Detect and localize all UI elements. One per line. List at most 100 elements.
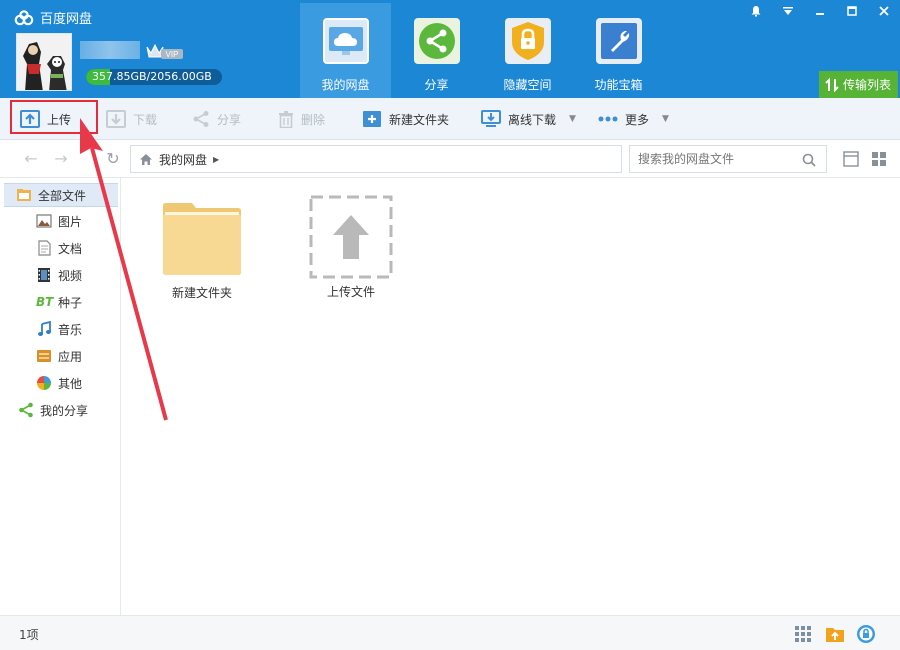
transfer-list-button[interactable]: 传输列表 bbox=[819, 71, 898, 98]
grid-view-icon[interactable] bbox=[871, 151, 887, 167]
nav-hidden-space[interactable]: 隐藏空间 bbox=[482, 3, 573, 98]
new-folder-label: 新建文件夹 bbox=[389, 112, 450, 127]
upload-icon bbox=[20, 110, 40, 128]
file-item-new-folder[interactable]: 新建文件夹 bbox=[161, 202, 243, 301]
item-count: 1项 bbox=[19, 628, 39, 642]
download-icon bbox=[106, 110, 126, 128]
folder-icon bbox=[163, 203, 241, 275]
all-files-icon bbox=[17, 189, 31, 201]
search-input[interactable] bbox=[638, 152, 798, 166]
more-dots-icon bbox=[598, 116, 618, 122]
address-bar: ← → ↻ 我的网盘 ▶ bbox=[0, 141, 900, 178]
image-icon bbox=[36, 214, 52, 228]
music-icon bbox=[38, 321, 51, 336]
storage-quota-bar: 357.85GB/2056.00GB bbox=[86, 69, 222, 85]
breadcrumb: 我的网盘 ▶ bbox=[130, 145, 622, 173]
sidebar-item-music[interactable]: 音乐 bbox=[0, 317, 121, 341]
sidebar-item-other[interactable]: 其他 bbox=[0, 371, 121, 395]
nav-label: 我的网盘 bbox=[321, 78, 370, 92]
nav-label: 分享 bbox=[424, 78, 449, 92]
nav-toolbox[interactable]: 功能宝箱 bbox=[573, 3, 664, 98]
nav-label: 隐藏空间 bbox=[503, 78, 552, 92]
sidebar-item-label: 其他 bbox=[58, 376, 83, 391]
lock-icon bbox=[504, 18, 551, 64]
share-label: 分享 bbox=[217, 112, 242, 127]
my-share-icon bbox=[19, 402, 33, 418]
offline-download-icon bbox=[481, 110, 501, 127]
sidebar: 全部文件 图片 文档 视频 BT 种子 音乐 应用 其他 我的分享 bbox=[0, 178, 121, 615]
username-mosaic bbox=[80, 41, 140, 59]
back-arrow-icon[interactable]: ← bbox=[22, 150, 40, 168]
sidebar-item-images[interactable]: 图片 bbox=[0, 209, 121, 233]
search-box bbox=[629, 145, 827, 173]
nav-my-netdisk[interactable]: 我的网盘 bbox=[300, 3, 391, 98]
nav-share[interactable]: 分享 bbox=[391, 3, 482, 98]
other-icon bbox=[37, 376, 51, 390]
sidebar-item-label: 全部文件 bbox=[38, 188, 87, 203]
sidebar-item-label: 文档 bbox=[58, 241, 83, 256]
list-view-icon[interactable] bbox=[843, 151, 859, 167]
security-lock-icon[interactable] bbox=[856, 624, 876, 644]
share-icon bbox=[193, 111, 209, 127]
breadcrumb-caret-icon[interactable]: ▶ bbox=[213, 155, 219, 164]
sidebar-item-label: 应用 bbox=[58, 349, 83, 364]
offline-download-button[interactable]: 离线下载 ▼ bbox=[481, 98, 576, 140]
baidu-cloud-logo-icon bbox=[14, 9, 34, 25]
trash-icon bbox=[279, 111, 293, 128]
avatar[interactable] bbox=[16, 33, 72, 91]
upload-folder-icon[interactable] bbox=[825, 624, 845, 644]
storage-quota-text: 357.85GB/2056.00GB bbox=[92, 70, 212, 83]
upload-placeholder-icon bbox=[309, 195, 393, 279]
document-icon bbox=[38, 240, 51, 256]
download-label: 下载 bbox=[133, 112, 158, 127]
nav-label: 功能宝箱 bbox=[594, 78, 643, 92]
app-icon bbox=[37, 350, 51, 362]
sidebar-item-label: 音乐 bbox=[58, 322, 83, 337]
maximize-icon[interactable] bbox=[836, 0, 868, 22]
upload-button[interactable]: 上传 bbox=[20, 98, 71, 140]
vip-crown-icon: VIP bbox=[146, 43, 183, 59]
sidebar-item-all-files[interactable]: 全部文件 bbox=[4, 183, 118, 207]
sidebar-item-my-share[interactable]: 我的分享 bbox=[0, 398, 121, 422]
forward-arrow-icon[interactable]: → bbox=[52, 150, 70, 168]
sidebar-item-documents[interactable]: 文档 bbox=[0, 236, 121, 260]
grid-apps-icon[interactable] bbox=[793, 624, 813, 644]
transfer-arrows-icon bbox=[825, 77, 839, 92]
sidebar-item-label: 图片 bbox=[58, 214, 83, 229]
new-folder-button[interactable]: 新建文件夹 bbox=[362, 98, 449, 140]
title-bar: 百度网盘 VIP 357.85GB/2056.00GB 我的网盘 分享 隐藏空间… bbox=[0, 0, 900, 98]
notification-bell-icon[interactable] bbox=[740, 0, 772, 22]
sidebar-item-apps[interactable]: 应用 bbox=[0, 344, 121, 368]
menu-dropdown-icon[interactable] bbox=[772, 0, 804, 22]
file-name: 新建文件夹 bbox=[171, 286, 232, 300]
toolbar: 上传 下载 分享 删除 新建文件夹 离线下载 ▼ 更多 ▼ bbox=[0, 98, 900, 140]
breadcrumb-root[interactable]: 我的网盘 bbox=[159, 151, 207, 168]
file-name: 上传文件 bbox=[326, 285, 375, 299]
new-folder-icon bbox=[363, 111, 381, 127]
more-button[interactable]: 更多 ▼ bbox=[598, 98, 669, 140]
wrench-icon bbox=[595, 18, 642, 64]
minimize-icon[interactable] bbox=[804, 0, 836, 22]
upload-file-placeholder[interactable]: 上传文件 bbox=[309, 195, 393, 300]
video-icon bbox=[38, 268, 50, 282]
delete-button[interactable]: 删除 bbox=[278, 98, 325, 140]
close-icon[interactable] bbox=[868, 0, 900, 22]
sidebar-item-label: 种子 bbox=[58, 295, 83, 310]
chevron-down-icon: ▼ bbox=[569, 114, 576, 124]
sidebar-item-torrents[interactable]: BT 种子 bbox=[0, 290, 121, 314]
home-icon[interactable] bbox=[139, 153, 153, 166]
share-icon bbox=[413, 18, 460, 64]
cloud-icon bbox=[322, 18, 369, 64]
more-label: 更多 bbox=[625, 112, 650, 127]
sidebar-item-videos[interactable]: 视频 bbox=[0, 263, 121, 287]
search-icon[interactable] bbox=[802, 153, 816, 167]
offline-download-label: 离线下载 bbox=[508, 112, 557, 127]
svg-text:VIP: VIP bbox=[166, 50, 179, 59]
sidebar-item-label: 视频 bbox=[58, 268, 83, 283]
refresh-icon[interactable]: ↻ bbox=[104, 150, 122, 168]
share-button[interactable]: 分享 bbox=[192, 98, 241, 140]
app-logo: 百度网盘 bbox=[14, 8, 92, 27]
status-bar: 1项 bbox=[0, 615, 900, 650]
download-button[interactable]: 下载 bbox=[106, 98, 157, 140]
sidebar-item-label: 我的分享 bbox=[40, 403, 89, 418]
